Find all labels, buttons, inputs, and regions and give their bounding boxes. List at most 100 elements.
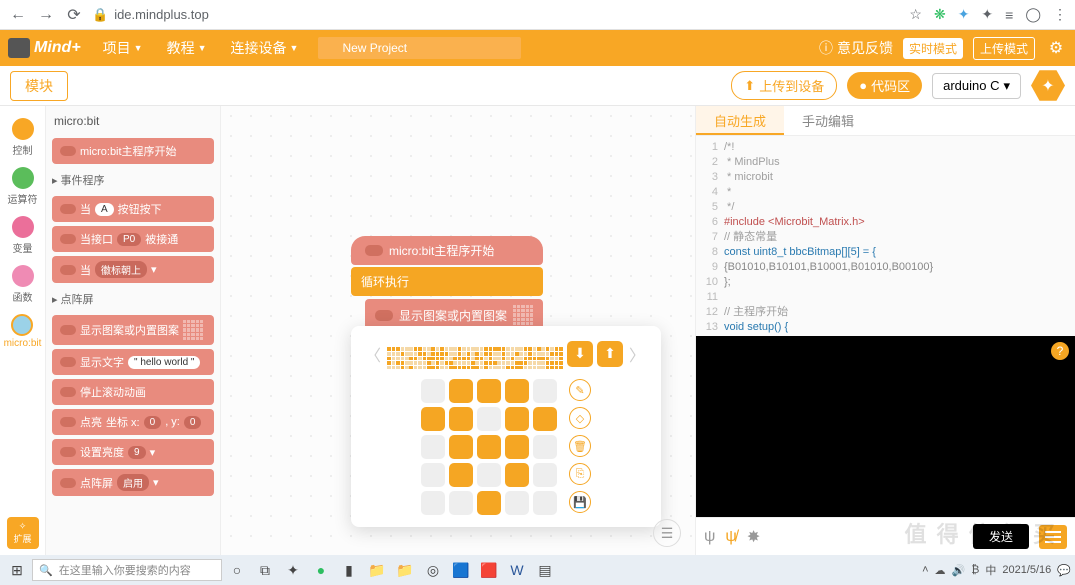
notifications-icon[interactable]: 💬 bbox=[1057, 564, 1071, 577]
tab-module[interactable]: 模块 bbox=[10, 71, 68, 101]
star-icon[interactable]: ☆ bbox=[909, 6, 922, 23]
tray-ime-icon[interactable]: 中 bbox=[985, 562, 996, 578]
profile-icon[interactable]: ◯ bbox=[1025, 6, 1041, 23]
matrix-cell[interactable] bbox=[533, 435, 557, 459]
app-icon[interactable]: ● bbox=[308, 557, 334, 583]
app-icon[interactable]: ✦ bbox=[280, 557, 306, 583]
app-icon[interactable]: 📁 bbox=[364, 557, 390, 583]
block-brightness[interactable]: 设置亮度9▾ bbox=[52, 439, 214, 465]
ext-bird-icon[interactable]: ✦ bbox=[958, 6, 970, 23]
menu-tutorial[interactable]: 教程▼ bbox=[157, 38, 217, 58]
preset-next[interactable]: 〉 bbox=[627, 342, 647, 366]
matrix-cell[interactable] bbox=[449, 379, 473, 403]
preset-pattern[interactable] bbox=[541, 347, 563, 369]
recenter-button[interactable]: ☰ bbox=[653, 519, 681, 547]
app-icon[interactable]: 🟦 bbox=[448, 557, 474, 583]
preset-pattern[interactable] bbox=[387, 347, 409, 369]
language-select[interactable]: arduino C▾ bbox=[932, 73, 1021, 99]
app-icon[interactable]: ▮ bbox=[336, 557, 362, 583]
block-when-tilt[interactable]: 当徽标朝上▾ bbox=[52, 256, 214, 283]
matrix-cell[interactable] bbox=[421, 463, 445, 487]
preset-pattern[interactable] bbox=[475, 347, 497, 369]
preset-pattern[interactable] bbox=[431, 347, 453, 369]
matrix-cell[interactable] bbox=[449, 463, 473, 487]
erase-tool-icon[interactable]: ◇ bbox=[569, 407, 591, 429]
explorer-icon[interactable]: 📁 bbox=[392, 557, 418, 583]
matrix-cell[interactable] bbox=[477, 491, 501, 515]
edit-tool-icon[interactable]: ✎ bbox=[569, 379, 591, 401]
upload-to-device-button[interactable]: ⬆上传到设备 bbox=[731, 71, 837, 100]
extensions-button[interactable]: ✧扩展 bbox=[7, 517, 39, 549]
delete-tool-icon[interactable]: 🗑 bbox=[569, 435, 591, 457]
kebab-icon[interactable]: ⋮ bbox=[1053, 6, 1067, 23]
matrix-cell[interactable] bbox=[421, 491, 445, 515]
preset-pattern[interactable] bbox=[453, 347, 475, 369]
matrix-cell[interactable] bbox=[477, 379, 501, 403]
preset-pattern[interactable] bbox=[409, 347, 431, 369]
matrix-cell[interactable] bbox=[505, 407, 529, 431]
block-when-pin[interactable]: 当接口P0被接通 bbox=[52, 226, 214, 252]
block-start[interactable]: micro:bit主程序开始 bbox=[52, 138, 214, 164]
cat-operators[interactable]: 运算符 bbox=[8, 163, 38, 210]
bee-icon[interactable]: ✦ bbox=[1031, 69, 1065, 103]
cortana-icon[interactable]: ○ bbox=[224, 557, 250, 583]
matrix-cell[interactable] bbox=[449, 435, 473, 459]
tab-manual-code[interactable]: 手动编辑 bbox=[784, 106, 872, 135]
matrix-cell[interactable] bbox=[421, 435, 445, 459]
chrome-icon[interactable]: ◎ bbox=[420, 557, 446, 583]
menu-project[interactable]: 项目▼ bbox=[93, 38, 153, 58]
preset-up-button[interactable]: ⬆ bbox=[597, 341, 623, 367]
matrix-cell[interactable] bbox=[449, 407, 473, 431]
app-icon[interactable]: ▤ bbox=[532, 557, 558, 583]
block-when-button[interactable]: 当A按钮按下 bbox=[52, 196, 214, 222]
ext-menu-icon[interactable]: ≡ bbox=[1005, 7, 1013, 23]
matrix-cell[interactable] bbox=[533, 463, 557, 487]
project-name-input[interactable] bbox=[318, 37, 521, 59]
tray-icon[interactable]: 🔊 bbox=[952, 564, 966, 577]
cat-control[interactable]: 控制 bbox=[12, 114, 34, 161]
tray-icon[interactable]: ₿ bbox=[971, 564, 979, 576]
cat-microbit[interactable]: micro:bit bbox=[4, 310, 42, 353]
taskbar-search[interactable]: 🔍在这里输入你要搜索的内容 bbox=[32, 559, 222, 581]
matrix-cell[interactable] bbox=[421, 379, 445, 403]
matrix-cell[interactable] bbox=[449, 491, 473, 515]
matrix-cell[interactable] bbox=[505, 491, 529, 515]
ext-puzzle-icon[interactable]: ✦ bbox=[981, 6, 993, 23]
usb-disconnect-icon[interactable]: ψ̸ bbox=[725, 528, 736, 546]
usb-icon[interactable]: ψ bbox=[704, 528, 715, 546]
tray-up-icon[interactable]: ˄ bbox=[922, 564, 928, 576]
app-icon[interactable]: 🟥 bbox=[476, 557, 502, 583]
block-plot[interactable]: 点亮坐标 x:0, y:0 bbox=[52, 409, 214, 435]
matrix-cell[interactable] bbox=[533, 379, 557, 403]
block-stop-scroll[interactable]: 停止滚动动画 bbox=[52, 379, 214, 405]
preset-pattern[interactable] bbox=[519, 347, 541, 369]
cat-functions[interactable]: 函数 bbox=[12, 261, 34, 308]
settings-icon[interactable]: ⚙ bbox=[1045, 37, 1067, 59]
loop-block[interactable]: 循环执行 bbox=[351, 267, 543, 296]
block-led-enable[interactable]: 点阵屏启用▾ bbox=[52, 469, 214, 496]
feedback-link[interactable]: ⓘ意见反馈 bbox=[819, 38, 893, 58]
preset-down-button[interactable]: ⬇ bbox=[567, 341, 593, 367]
preset-prev[interactable]: 〈 bbox=[363, 342, 383, 366]
tab-auto-code[interactable]: 自动生成 bbox=[696, 106, 784, 135]
menu-connect[interactable]: 连接设备▼ bbox=[221, 38, 309, 58]
matrix-cell[interactable] bbox=[421, 407, 445, 431]
matrix-grid[interactable] bbox=[421, 379, 557, 515]
matrix-cell[interactable] bbox=[533, 491, 557, 515]
hat-block[interactable]: micro:bit主程序开始 bbox=[351, 236, 543, 265]
cat-variables[interactable]: 变量 bbox=[12, 212, 34, 259]
save-tool-icon[interactable]: 💾 bbox=[569, 491, 591, 513]
matrix-cell[interactable] bbox=[533, 407, 557, 431]
preset-pattern[interactable] bbox=[497, 347, 519, 369]
back-icon[interactable]: ← bbox=[8, 6, 28, 24]
reload-icon[interactable]: ⟳ bbox=[64, 5, 84, 25]
start-icon[interactable]: ⊞ bbox=[4, 557, 30, 583]
workspace-canvas[interactable]: micro:bit主程序开始 循环执行 显示图案或内置图案 〈 ⬇ ⬆ 〉 ✎ … bbox=[221, 106, 695, 555]
matrix-cell[interactable] bbox=[477, 407, 501, 431]
copy-tool-icon[interactable]: ⎘ bbox=[569, 463, 591, 485]
terminal[interactable]: ? bbox=[696, 336, 1075, 517]
ext-evernote-icon[interactable]: ❋ bbox=[934, 6, 946, 23]
forward-icon[interactable]: → bbox=[36, 6, 56, 24]
tray-icon[interactable]: ☁ bbox=[935, 564, 946, 577]
matrix-cell[interactable] bbox=[505, 379, 529, 403]
